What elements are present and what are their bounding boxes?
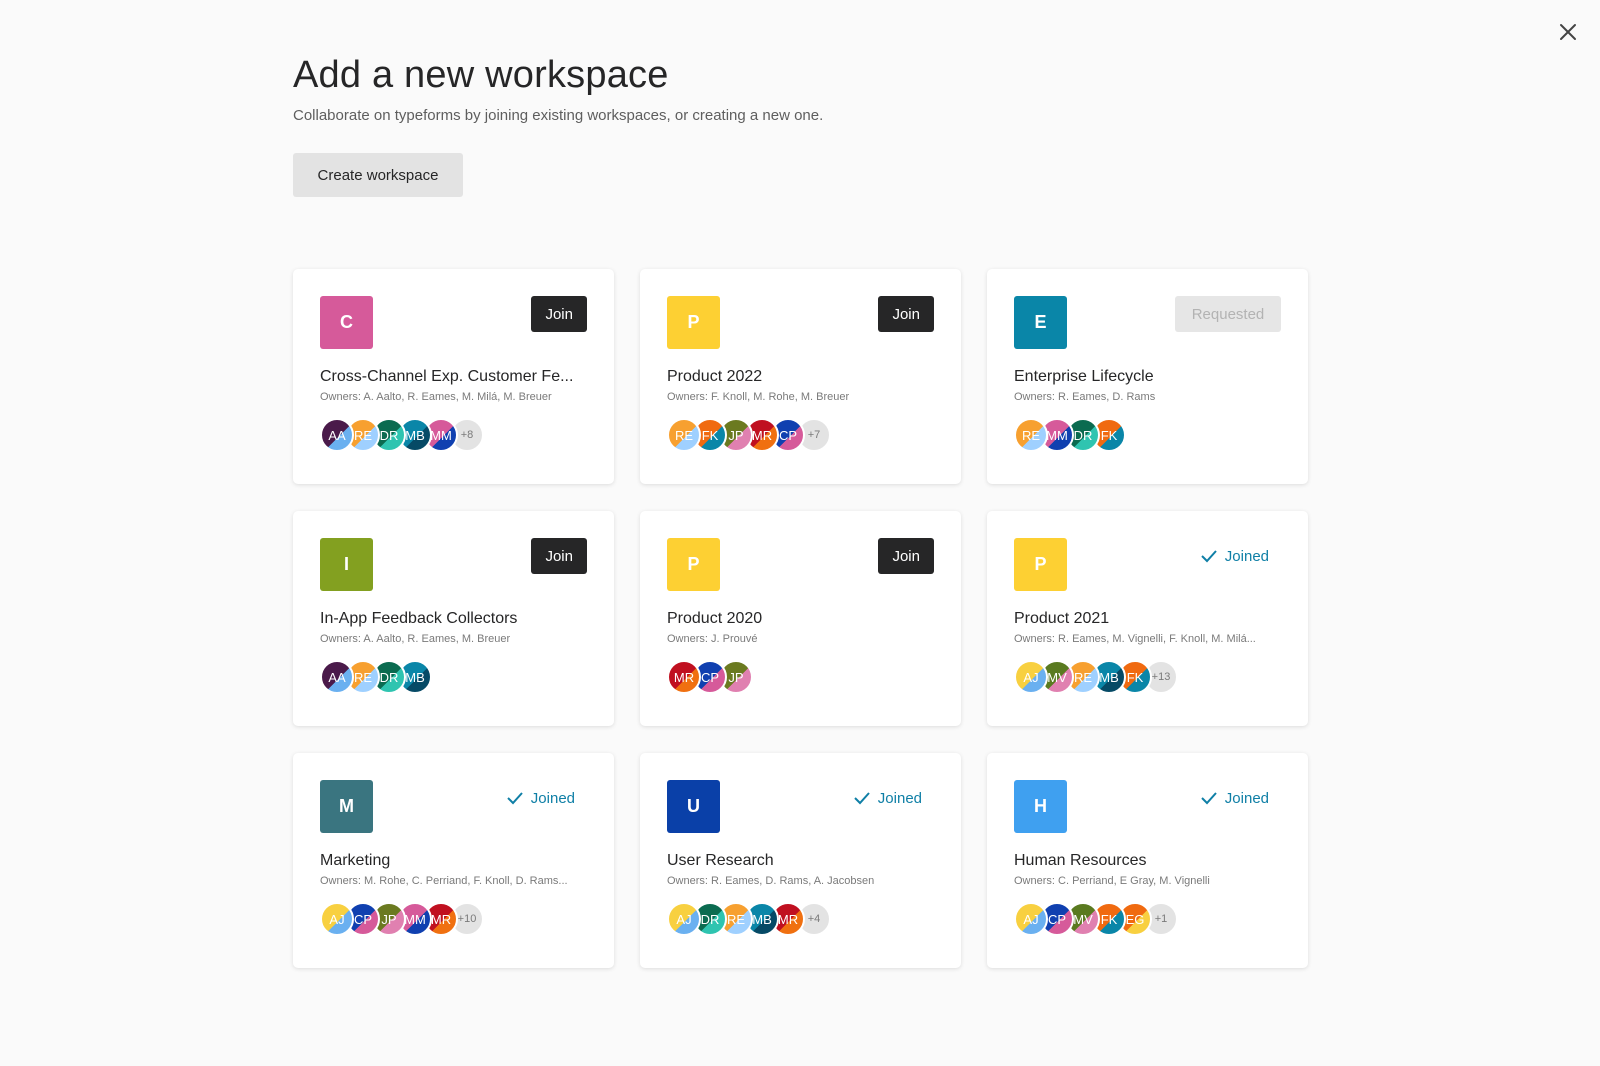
avatar: AJ xyxy=(320,902,354,936)
member-avatars: AA RE DR MB xyxy=(320,660,587,694)
joined-status: Joined xyxy=(842,780,934,816)
member-avatars: AA RE DR MB MM +8 xyxy=(320,418,587,452)
check-icon xyxy=(854,792,870,805)
page-subtitle: Collaborate on typeforms by joining exis… xyxy=(293,107,824,124)
page-title: Add a new workspace xyxy=(293,54,669,96)
workspace-name: Human Resources xyxy=(1014,852,1147,869)
workspace-card: P Join Product 2020 Owners: J. Prouvé MR C… xyxy=(640,511,961,726)
workspace-logo: M xyxy=(320,780,373,833)
workspace-name: Enterprise Lifecycle xyxy=(1014,368,1154,385)
avatar: AJ xyxy=(1014,902,1048,936)
avatar: MR xyxy=(667,660,701,694)
workspace-owners: Owners: C. Perriand, E Gray, M. Vignelli xyxy=(1014,875,1210,887)
avatar: AJ xyxy=(1014,660,1048,694)
workspace-owners: Owners: R. Eames, D. Rams xyxy=(1014,391,1156,403)
workspace-name: Product 2022 xyxy=(667,368,763,385)
workspace-owners: Owners: J. Prouvé xyxy=(667,633,758,645)
workspace-card: C Join Cross-Channel Exp. Customer Fe... … xyxy=(293,269,614,484)
joined-status: Joined xyxy=(495,780,587,816)
workspace-owners: Owners: R. Eames, D. Rams, A. Jacobsen xyxy=(667,875,875,887)
workspace-owners: Owners: R. Eames, M. Vignelli, F. Knoll,… xyxy=(1014,633,1256,645)
join-button[interactable]: Join xyxy=(878,538,934,574)
member-avatars: AJ CP MV FK EG +1 xyxy=(1014,902,1281,936)
workspace-logo: U xyxy=(667,780,720,833)
workspace-owners: Owners: M. Rohe, C. Perriand, F. Knoll, … xyxy=(320,875,568,887)
workspace-logo: P xyxy=(1014,538,1067,591)
check-icon xyxy=(507,792,523,805)
member-avatars: AJ DR RE MB MR +4 xyxy=(667,902,934,936)
workspace-name: Product 2021 xyxy=(1014,610,1110,627)
workspace-owners: Owners: A. Aalto, R. Eames, M. Milá, M. … xyxy=(320,391,552,403)
workspace-logo: P xyxy=(667,296,720,349)
check-icon xyxy=(1201,550,1217,563)
member-avatars: AJ MV RE MB FK +13 xyxy=(1014,660,1281,694)
avatar: AA xyxy=(320,660,354,694)
workspace-logo: I xyxy=(320,538,373,591)
join-button[interactable]: Join xyxy=(531,538,587,574)
avatar: AJ xyxy=(667,902,701,936)
workspace-card: U Joined User Research Owners: R. Eames, … xyxy=(640,753,961,968)
workspace-logo: C xyxy=(320,296,373,349)
check-icon xyxy=(1201,792,1217,805)
workspace-card: E Requested Enterprise Lifecycle Owners: … xyxy=(987,269,1308,484)
workspace-name: User Research xyxy=(667,852,774,869)
member-avatars: RE FK JP MR CP +7 xyxy=(667,418,934,452)
requested-button: Requested xyxy=(1175,296,1281,332)
workspace-card: P Joined Product 2021 Owners: R. Eames, M… xyxy=(987,511,1308,726)
workspace-grid: C Join Cross-Channel Exp. Customer Fe... … xyxy=(293,269,1308,968)
workspace-logo: P xyxy=(667,538,720,591)
workspace-name: Cross-Channel Exp. Customer Fe... xyxy=(320,368,574,385)
avatar: RE xyxy=(1014,418,1048,452)
joined-status: Joined xyxy=(1189,780,1281,816)
join-button[interactable]: Join xyxy=(878,296,934,332)
workspace-card: H Joined Human Resources Owners: C. Perri… xyxy=(987,753,1308,968)
join-button[interactable]: Join xyxy=(531,296,587,332)
avatar: RE xyxy=(667,418,701,452)
workspace-card: I Join In-App Feedback Collectors Owners:… xyxy=(293,511,614,726)
avatar: AA xyxy=(320,418,354,452)
close-icon[interactable] xyxy=(1556,20,1580,44)
member-avatars: MR CP JP xyxy=(667,660,934,694)
create-workspace-button[interactable]: Create workspace xyxy=(293,153,463,197)
member-avatars: RE MM DR FK xyxy=(1014,418,1281,452)
workspace-logo: H xyxy=(1014,780,1067,833)
workspace-card: M Joined Marketing Owners: M. Rohe, C. Pe… xyxy=(293,753,614,968)
workspace-name: Marketing xyxy=(320,852,391,869)
workspace-name: In-App Feedback Collectors xyxy=(320,610,518,627)
workspace-name: Product 2020 xyxy=(667,610,763,627)
joined-status: Joined xyxy=(1189,538,1281,574)
workspace-owners: Owners: F. Knoll, M. Rohe, M. Breuer xyxy=(667,391,850,403)
workspace-owners: Owners: A. Aalto, R. Eames, M. Breuer xyxy=(320,633,511,645)
workspace-logo: E xyxy=(1014,296,1067,349)
member-avatars: AJ CP JP MM MR +10 xyxy=(320,902,587,936)
workspace-card: P Join Product 2022 Owners: F. Knoll, M. … xyxy=(640,269,961,484)
